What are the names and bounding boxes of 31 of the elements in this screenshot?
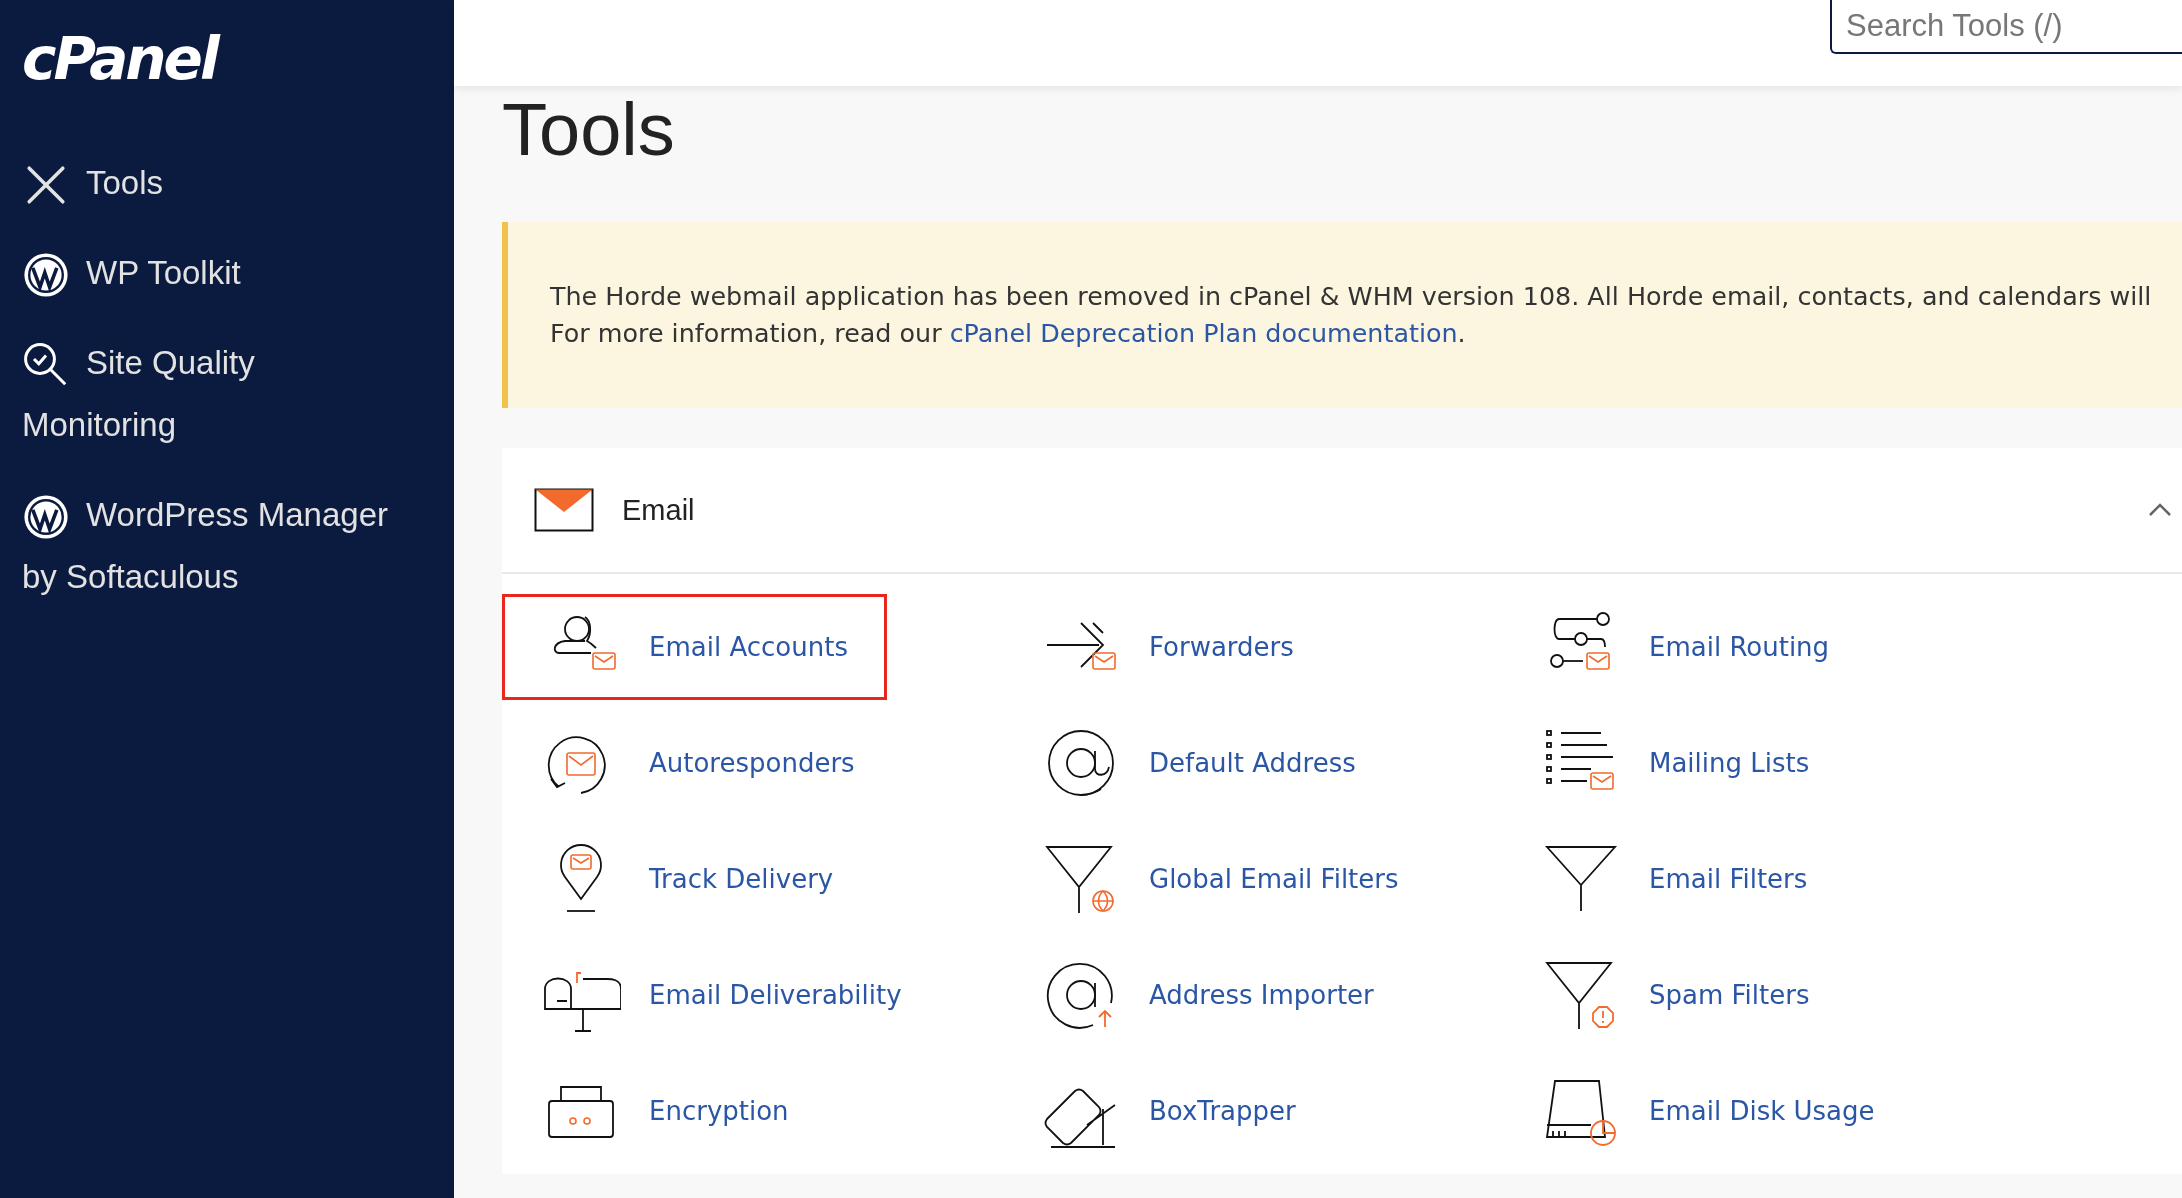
tool-link[interactable]: BoxTrapper — [1002, 1058, 1335, 1164]
tool-link[interactable]: Email Deliverability — [502, 942, 941, 1048]
search-field[interactable]: Search Tools (/) — [1830, 0, 2182, 54]
section-header[interactable]: Email — [502, 448, 2182, 574]
sidebar-item[interactable]: Tools — [22, 152, 454, 214]
wordpress-icon — [22, 493, 70, 542]
tool-link[interactable]: Encryption — [502, 1058, 828, 1164]
sidebar-item[interactable]: Site Quality Monitoring — [22, 332, 454, 456]
tool-link[interactable]: Email Accounts — [502, 594, 887, 700]
notice-text: The Horde webmail application has been removed in cPanel & WHM version 108. All Horde email, contacts, and calendars will — [550, 281, 2152, 311]
documentation-link[interactable]: cPanel Deprecation Plan documentation — [949, 318, 1458, 348]
tool-link[interactable]: Mailing Lists — [1502, 710, 1849, 816]
tool-link[interactable]: Email Routing — [1502, 594, 1869, 700]
tool-link[interactable]: Address Importer — [1002, 942, 1413, 1048]
tool-link[interactable]: Spam Filters — [1502, 942, 1849, 1048]
wordpress-icon — [22, 251, 70, 300]
tool-link[interactable]: Email Disk Usage — [1502, 1058, 1914, 1164]
sidebar-item[interactable]: WordPress Manager by Softaculous — [22, 484, 454, 608]
section-title: Email — [622, 493, 696, 527]
tool-link[interactable]: Global Email Filters — [1002, 826, 1438, 932]
sidebar-item[interactable]: WP Toolkit — [22, 242, 454, 304]
tool-link[interactable]: Track Delivery — [502, 826, 873, 932]
tool-link[interactable]: Email Filters — [1502, 826, 1847, 932]
tool-link[interactable]: Forwarders — [1002, 594, 1333, 700]
tool-link[interactable]: Autoresponders — [502, 710, 894, 816]
tool-link[interactable]: Default Address — [1002, 710, 1395, 816]
envelope-icon — [534, 488, 594, 532]
notice-text: . — [1457, 318, 1466, 348]
page-title: Tools — [502, 87, 676, 173]
cpanel-logo: cPanel — [22, 30, 220, 88]
notice-text: For more information, read our — [550, 318, 943, 348]
